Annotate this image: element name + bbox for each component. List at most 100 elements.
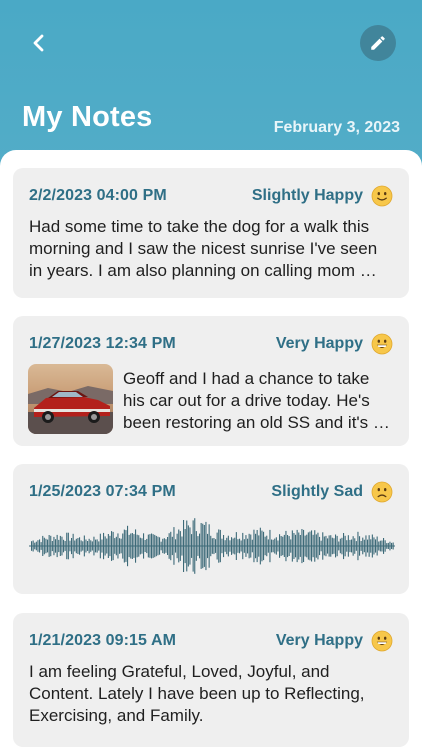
waveform-bar: [59, 535, 61, 556]
waveform-bar: [133, 534, 135, 558]
note-timestamp: 1/25/2023 07:34 PM: [29, 483, 176, 500]
waveform-bar: [167, 537, 169, 555]
waveform-bar: [165, 539, 167, 553]
waveform-bar: [351, 539, 353, 553]
waveform-bar: [362, 537, 364, 555]
waveform-bar: [98, 541, 100, 551]
waveform-bar: [251, 539, 253, 553]
waveform-bar: [282, 536, 284, 556]
mood-indicator: Slightly Happy: [252, 185, 393, 207]
slightly-frowning-face-icon: [371, 481, 393, 503]
audio-waveform[interactable]: [29, 514, 395, 578]
waveform-bar: [37, 540, 39, 552]
waveform-bar: [106, 538, 108, 554]
waveform-bar: [67, 532, 69, 560]
edit-note-button[interactable]: [360, 25, 396, 61]
waveform-bar: [325, 535, 327, 557]
waveform-bar: [40, 542, 42, 550]
waveform-bar: [373, 537, 375, 555]
waveform-bar: [128, 534, 130, 558]
header: My Notes February 3, 2023: [0, 0, 422, 170]
waveform-bar: [323, 536, 325, 556]
waveform-bar: [371, 534, 373, 558]
waveform-bar: [183, 520, 185, 572]
waveform-bar: [259, 527, 261, 565]
waveform-bar: [163, 538, 165, 554]
waveform-bar: [379, 540, 381, 552]
note-card[interactable]: 1/27/2023 12:34 PM Very Happy Geoff and …: [13, 316, 409, 446]
waveform-bar: [179, 531, 181, 561]
waveform-bar: [365, 535, 367, 557]
note-card[interactable]: 1/21/2023 09:15 AM Very Happy I am feeli…: [13, 613, 409, 747]
note-text: Had some time to take the dog for a walk…: [29, 217, 378, 280]
waveform-bar: [218, 529, 220, 563]
waveform-bar: [168, 533, 170, 559]
waveform-bar: [39, 539, 41, 553]
note-card[interactable]: 2/2/2023 04:00 PM Slightly Happy Had som…: [13, 168, 409, 298]
waveform-bar: [344, 535, 346, 557]
waveform-bar: [216, 532, 218, 560]
waveform-bar: [234, 537, 236, 555]
waveform-bar: [75, 538, 77, 554]
waveform-bar: [247, 538, 249, 554]
waveform-bar: [320, 540, 322, 552]
waveform-bar: [319, 536, 321, 556]
waveform-bar: [279, 534, 281, 558]
note-header: 2/2/2023 04:00 PM Slightly Happy: [29, 184, 393, 208]
waveform-bar: [291, 530, 293, 562]
waveform-bar: [274, 538, 276, 554]
waveform-bar: [71, 538, 73, 555]
waveform-bar: [176, 533, 178, 559]
waveform-bar: [32, 540, 34, 552]
waveform-bar: [160, 541, 162, 551]
waveform-bar: [359, 536, 361, 556]
waveform-bar: [267, 539, 269, 553]
waveform-bar: [157, 536, 159, 556]
waveform-bar: [55, 539, 57, 553]
waveform-bar: [66, 532, 68, 560]
waveform-bar: [175, 539, 177, 553]
waveform-bar: [69, 540, 71, 552]
waveform-bar: [224, 540, 226, 552]
waveform-bar: [239, 538, 241, 554]
current-date: February 3, 2023: [273, 119, 400, 136]
waveform-bar: [386, 543, 388, 549]
note-header: 1/27/2023 12:34 PM Very Happy: [29, 332, 393, 356]
back-button[interactable]: [26, 30, 52, 56]
waveform-bar: [155, 535, 157, 557]
waveform-bar: [104, 536, 106, 556]
waveform-bar: [187, 525, 189, 567]
waveform-bar: [74, 540, 76, 552]
waveform-bar: [131, 533, 133, 559]
waveform-bar: [303, 529, 305, 562]
waveform-bar: [195, 531, 197, 561]
slightly-smiling-face-icon: [371, 185, 393, 207]
waveform-bar: [381, 540, 383, 552]
waveform-bar: [306, 534, 308, 558]
waveform-bar: [336, 535, 338, 557]
waveform-bar: [139, 537, 141, 555]
waveform-bar: [43, 537, 45, 555]
waveform-bar: [178, 529, 180, 563]
waveform-bar: [87, 541, 89, 551]
waveform-bar: [335, 534, 337, 558]
notes-list: 2/2/2023 04:00 PM Slightly Happy Had som…: [0, 150, 422, 750]
waveform-bar: [91, 541, 93, 551]
note-card[interactable]: 1/25/2023 07:34 PM Slightly Sad: [13, 464, 409, 594]
waveform-bar: [248, 533, 250, 559]
waveform-bar: [207, 533, 209, 559]
waveform-bar: [221, 538, 223, 554]
waveform-bar: [208, 524, 210, 568]
grinning-face-icon: [371, 333, 393, 355]
waveform-bar: [389, 541, 391, 551]
waveform-bar: [103, 532, 105, 560]
note-photo[interactable]: [28, 364, 113, 434]
waveform-bar: [283, 534, 285, 557]
note-timestamp: 1/27/2023 12:34 PM: [29, 335, 176, 352]
waveform-bar: [314, 530, 316, 562]
waveform-bar: [280, 536, 282, 556]
waveform-bar: [210, 535, 212, 557]
waveform-bar: [376, 536, 378, 556]
waveform-bar: [96, 539, 98, 553]
waveform-bar: [48, 535, 50, 557]
